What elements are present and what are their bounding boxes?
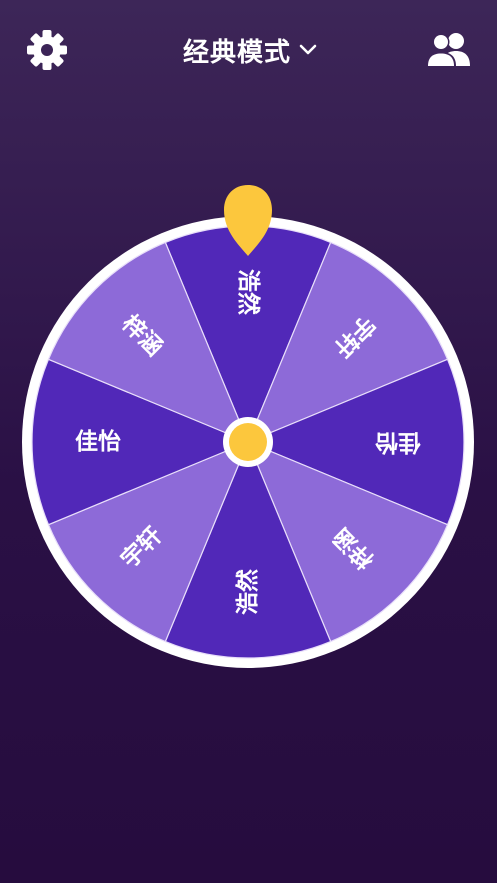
mode-selector[interactable]: 经典模式 <box>160 28 340 72</box>
gear-icon <box>27 30 67 70</box>
wheel-hub[interactable] <box>229 423 267 461</box>
chevron-down-icon <box>299 44 317 55</box>
top-bar: 经典模式 <box>0 0 497 100</box>
spin-wheel[interactable]: 浩然宇轩佳怡梓涵浩然宇轩佳怡梓涵 <box>0 170 497 690</box>
settings-button[interactable] <box>26 29 68 71</box>
wheel-segment-label: 浩然 <box>235 269 262 315</box>
users-icon <box>426 33 470 66</box>
wheel-segment-label: 浩然 <box>234 569 261 615</box>
players-button[interactable] <box>424 30 474 70</box>
wheel-segment-label: 佳怡 <box>75 428 121 455</box>
wheel-segment-label: 佳怡 <box>375 429 421 456</box>
mode-title: 经典模式 <box>182 37 291 68</box>
spin-wheel-area: 浩然 宇轩 佳怡 梓涵 浩然 宇轩 佳怡 梓涵 <box>0 170 497 690</box>
